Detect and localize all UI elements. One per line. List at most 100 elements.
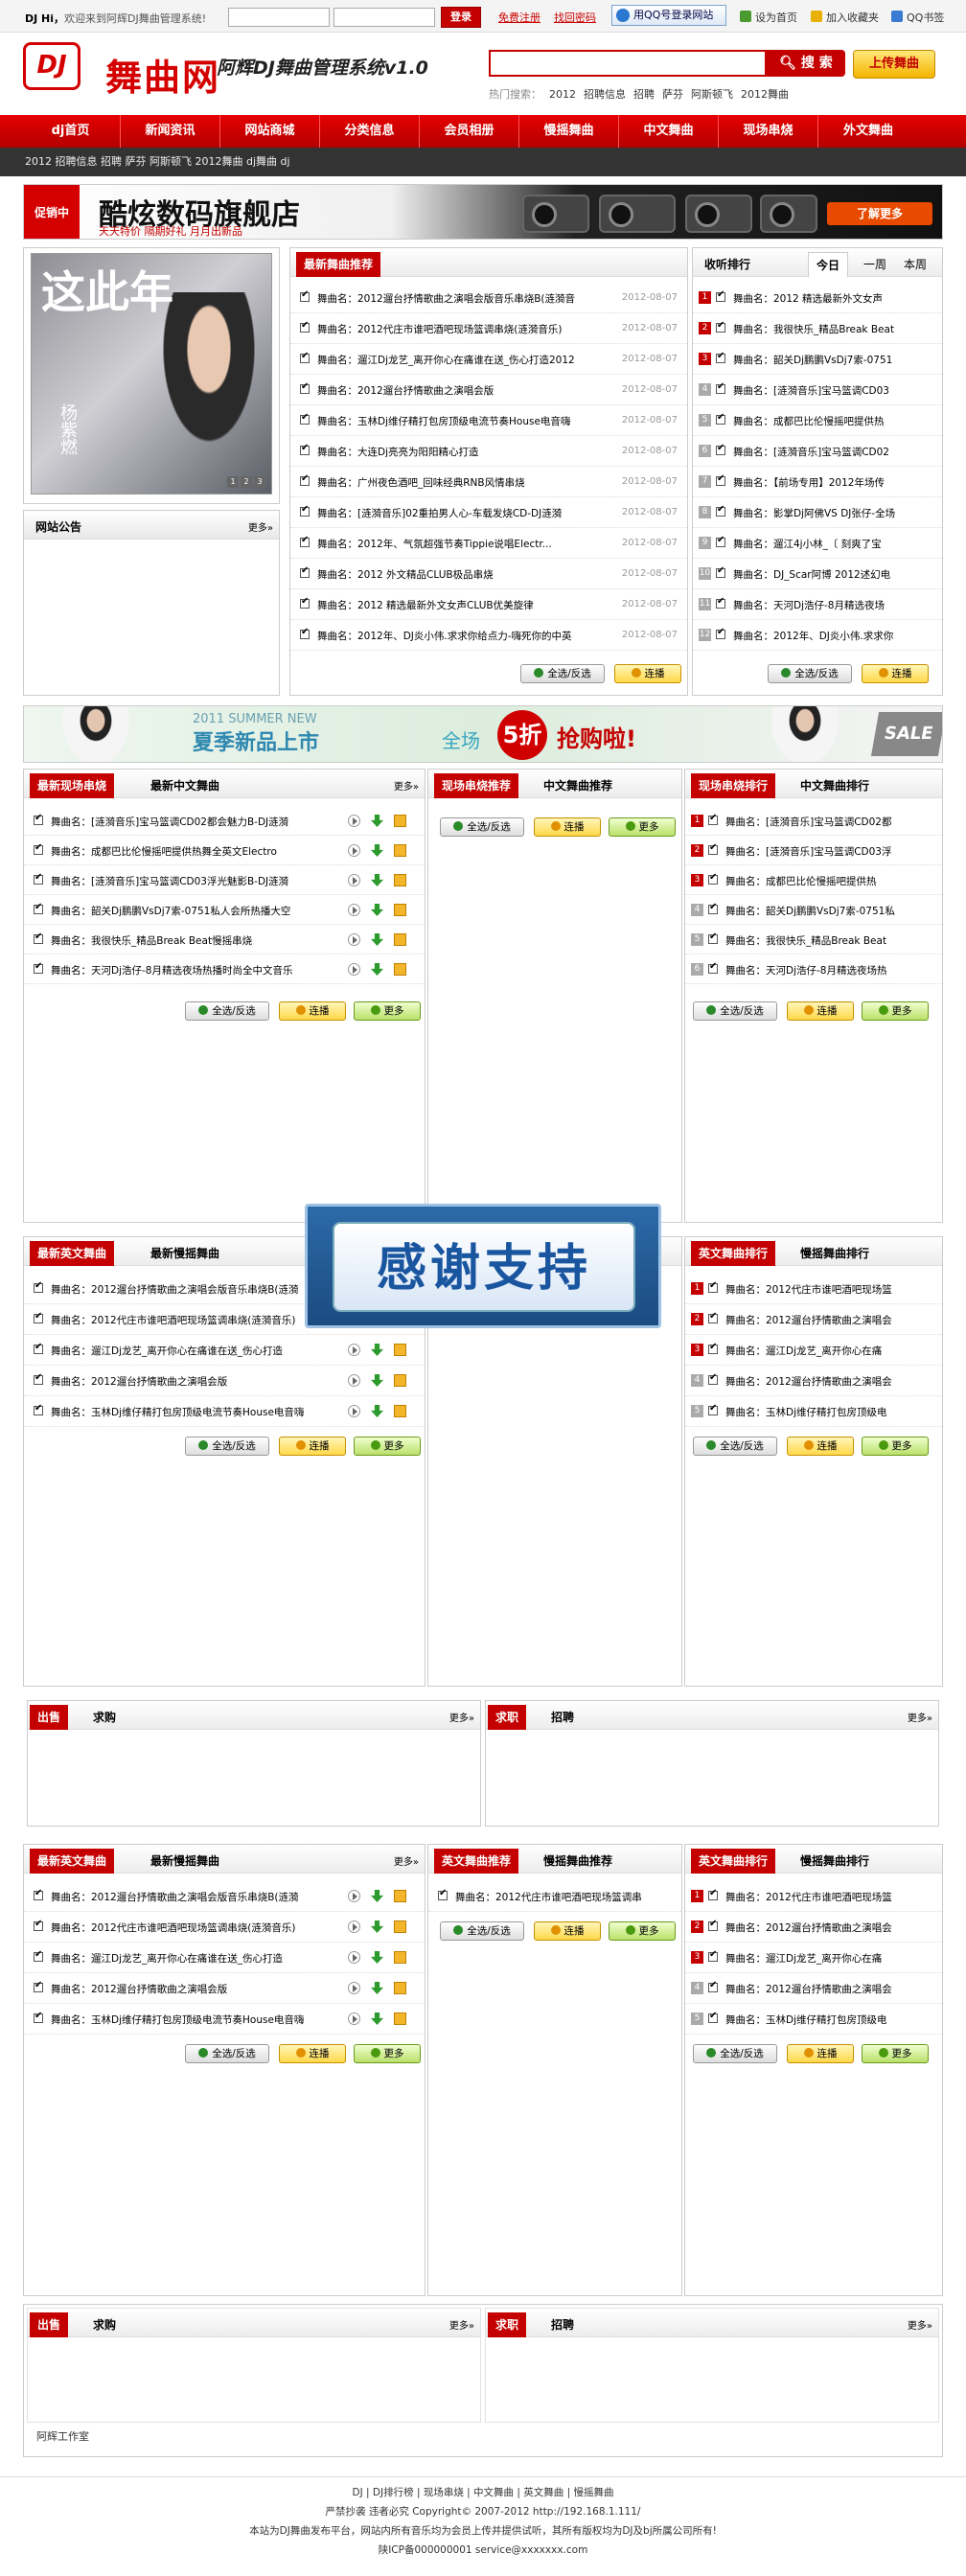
select-all-button[interactable]: 全选/反选 — [693, 1001, 777, 1021]
hot-keyword[interactable]: 阿斯顿飞 — [691, 88, 733, 101]
song-title[interactable]: 舞曲名：韶关Dj鹏鹏VsDj7索-0751私人会所热播大空 — [51, 904, 338, 918]
download-icon[interactable] — [371, 904, 383, 916]
song-row[interactable]: 舞曲名：大连Dj亮亮为阳阳精心打造 2012-08-07 — [290, 436, 687, 467]
song-checkbox[interactable] — [34, 1280, 43, 1293]
more-link[interactable]: 更多» — [394, 1853, 419, 1868]
song-checkbox[interactable] — [708, 842, 718, 855]
song-title[interactable]: 舞曲名：韶关Dj鹏鹏VsDj7索-0751 — [733, 353, 929, 367]
play-icon[interactable] — [348, 1405, 360, 1417]
site-logo[interactable]: DJ — [23, 42, 80, 90]
select-all-button[interactable]: 全选/反选 — [440, 817, 524, 837]
song-row[interactable]: 舞曲名：2012 精选最新外文女声CLUB优美旋律 2012-08-07 — [290, 589, 687, 620]
song-checkbox[interactable] — [716, 627, 725, 639]
tab-english-rank[interactable]: 英文舞曲排行 — [691, 1241, 776, 1266]
song-row[interactable]: 舞曲名：玉林Dj维仔精打包房顶级电流节奏House电音嗨 2012-08-07 — [290, 405, 687, 436]
rank-tab-thisweek[interactable]: 本周 — [896, 252, 934, 277]
song-title[interactable]: 舞曲名：2012遛台抒情歌曲之演唱会版 — [317, 383, 605, 398]
select-all-button[interactable]: 全选/反选 — [693, 2044, 777, 2063]
song-row[interactable]: 5 舞曲名：成都巴比伦慢摇吧提供热 — [693, 405, 942, 436]
song-row[interactable]: 2 舞曲名：我很快乐_精品Break Beat — [693, 313, 942, 344]
tab-english-rank[interactable]: 英文舞曲排行 — [691, 1849, 776, 1874]
download-icon[interactable] — [371, 874, 383, 886]
song-checkbox[interactable] — [34, 1311, 43, 1323]
upload-button[interactable]: 上传舞曲 — [853, 50, 935, 79]
play-icon[interactable] — [348, 963, 360, 976]
song-row[interactable]: 1 舞曲名：2012 精选最新外文女声 — [693, 283, 942, 313]
song-row[interactable]: 舞曲名：玉林Dj维仔精打包房顶级电流节奏House电音嗨 — [24, 2004, 425, 2035]
hot-keyword[interactable]: 2012 — [549, 88, 576, 101]
song-title[interactable]: 舞曲名：2012遛台抒情歌曲之演唱会 — [725, 1982, 932, 1996]
add-to-box-icon[interactable] — [394, 904, 406, 916]
tab-slow-rec[interactable]: 慢摇舞曲推荐 — [536, 1849, 620, 1874]
play-all-button[interactable]: 连播 — [787, 2044, 854, 2063]
song-title[interactable]: 舞曲名：成都巴比伦慢摇吧提供热舞全英文Electro — [51, 844, 338, 859]
song-checkbox[interactable] — [34, 1919, 43, 1931]
song-title[interactable]: 舞曲名：影掌Dj阿佛VS DJ张仔-全场 — [733, 506, 929, 520]
song-title[interactable]: 舞曲名：玉林Dj维仔精打包房顶级电流节奏House电音嗨 — [317, 414, 605, 428]
add-to-box-icon[interactable] — [394, 1890, 406, 1902]
song-title[interactable]: 舞曲名：大连Dj亮亮为阳阳精心打造 — [317, 445, 605, 459]
select-all-button[interactable]: 全选/反选 — [440, 1921, 524, 1941]
nav-item[interactable]: 中文舞曲 — [619, 115, 719, 148]
select-all-button[interactable]: 全选/反选 — [768, 664, 852, 683]
song-title[interactable]: 舞曲名：[涟漪音乐]宝马篮调CD03浮光魅影B-DJ涟漪 — [51, 874, 338, 888]
nav-item[interactable]: 网站商城 — [220, 115, 320, 148]
song-checkbox[interactable] — [34, 1403, 43, 1415]
more-link[interactable]: 更多» — [248, 519, 273, 534]
song-row[interactable]: 2 舞曲名：[涟漪音乐]宝马篮调CD03浮 — [685, 836, 942, 865]
play-all-button[interactable]: 连播 — [862, 664, 929, 683]
song-title[interactable]: 舞曲名：2012代庄市谁吧酒吧现场篮调串烧(涟漪音乐) — [51, 1920, 338, 1935]
song-title[interactable]: 舞曲名：遛江Dj龙艺_离开你心在痛谁在送_伤心打造 — [51, 1951, 338, 1966]
tab-seek-job[interactable]: 求职 — [488, 1705, 527, 1730]
download-icon[interactable] — [371, 1890, 383, 1902]
tab-sell[interactable]: 出售 — [30, 2312, 69, 2337]
song-title[interactable]: 舞曲名：[涟漪音乐]宝马篮调CD02 — [733, 445, 929, 459]
ad-banner-summer[interactable]: 2011 SUMMER NEW 夏季新品上市 全场 5折 抢购啦! SALE — [23, 705, 943, 763]
song-row[interactable]: 舞曲名：广州夜色酒吧_回味经典RNB风情串烧 2012-08-07 — [290, 467, 687, 497]
song-row[interactable]: 10 舞曲名：DJ_Scar阿博 2012述幻电 — [693, 559, 942, 589]
song-title[interactable]: 舞曲名：2012遛台抒情歌曲之演唱会版音乐串烧B(涟漪 — [51, 1890, 338, 1904]
add-to-box-icon[interactable] — [394, 1982, 406, 1994]
song-row[interactable]: 12 舞曲名：2012年、DJ炎小伟.求求你 — [693, 620, 942, 651]
song-checkbox[interactable] — [34, 902, 43, 914]
tab-slow[interactable]: 最新慢摇舞曲 — [143, 1849, 227, 1874]
tab-english[interactable]: 最新英文舞曲 — [30, 1849, 115, 1874]
song-title[interactable]: 舞曲名：2012遛台抒情歌曲之演唱会 — [725, 1920, 932, 1935]
song-checkbox[interactable] — [300, 320, 310, 333]
song-row[interactable]: 9 舞曲名：遛江4j小林_〔 刻爽了宝 — [693, 528, 942, 559]
song-checkbox[interactable] — [708, 1372, 718, 1385]
more-button[interactable]: 更多 — [609, 817, 676, 837]
play-all-button[interactable]: 连播 — [614, 664, 681, 683]
song-title[interactable]: 舞曲名：2012遛台抒情歌曲之演唱会版音乐串烧B(涟漪 — [51, 1282, 338, 1297]
song-title[interactable]: 舞曲名：成都巴比伦慢摇吧提供热 — [733, 414, 929, 428]
nav-item[interactable]: dj首页 — [21, 115, 121, 148]
song-checkbox[interactable] — [34, 842, 43, 855]
select-all-button[interactable]: 全选/反选 — [693, 1437, 777, 1456]
tab-slow-rank[interactable]: 慢摇舞曲排行 — [793, 1241, 877, 1266]
nav-item[interactable]: 会员相册 — [420, 115, 519, 148]
add-to-box-icon[interactable] — [394, 963, 406, 976]
more-link[interactable]: 更多» — [449, 2317, 474, 2332]
more-button[interactable]: 更多 — [609, 1921, 676, 1941]
add-to-box-icon[interactable] — [394, 1951, 406, 1964]
add-to-box-icon[interactable] — [394, 1405, 406, 1417]
song-title[interactable]: 舞曲名：2012 精选最新外文女声CLUB优美旋律 — [317, 598, 605, 612]
tab-chinese[interactable]: 最新中文舞曲 — [143, 773, 227, 798]
nav-item[interactable]: 分类信息 — [320, 115, 420, 148]
download-icon[interactable] — [371, 1374, 383, 1387]
song-checkbox[interactable] — [34, 872, 43, 885]
song-row[interactable]: 5 舞曲名：我很快乐_精品Break Beat — [685, 925, 942, 954]
song-checkbox[interactable] — [716, 473, 725, 486]
song-row[interactable]: 舞曲名：我很快乐_精品Break Beat慢摇串烧 — [24, 925, 425, 954]
song-row[interactable]: 3 舞曲名：遛江Dj龙艺_离开你心在痛 — [685, 1335, 942, 1366]
song-title[interactable]: 舞曲名：2012遛台抒情歌曲之演唱会 — [725, 1374, 932, 1389]
song-title[interactable]: 舞曲名：我很快乐_精品Break Beat慢摇串烧 — [51, 933, 338, 948]
download-icon[interactable] — [371, 933, 383, 946]
song-title[interactable]: 舞曲名：2012遛台抒情歌曲之演唱会版 — [51, 1374, 338, 1389]
song-title[interactable]: 舞曲名：我很快乐_精品Break Beat — [733, 322, 929, 336]
tab-buy[interactable]: 求购 — [85, 1705, 124, 1730]
tab-live[interactable]: 最新现场串烧 — [30, 773, 115, 798]
song-title[interactable]: 舞曲名：2012年、DJ炎小伟.求求你给点力-嗨死你的中英 — [317, 629, 605, 643]
play-icon[interactable] — [348, 815, 360, 827]
song-checkbox[interactable] — [716, 289, 725, 302]
